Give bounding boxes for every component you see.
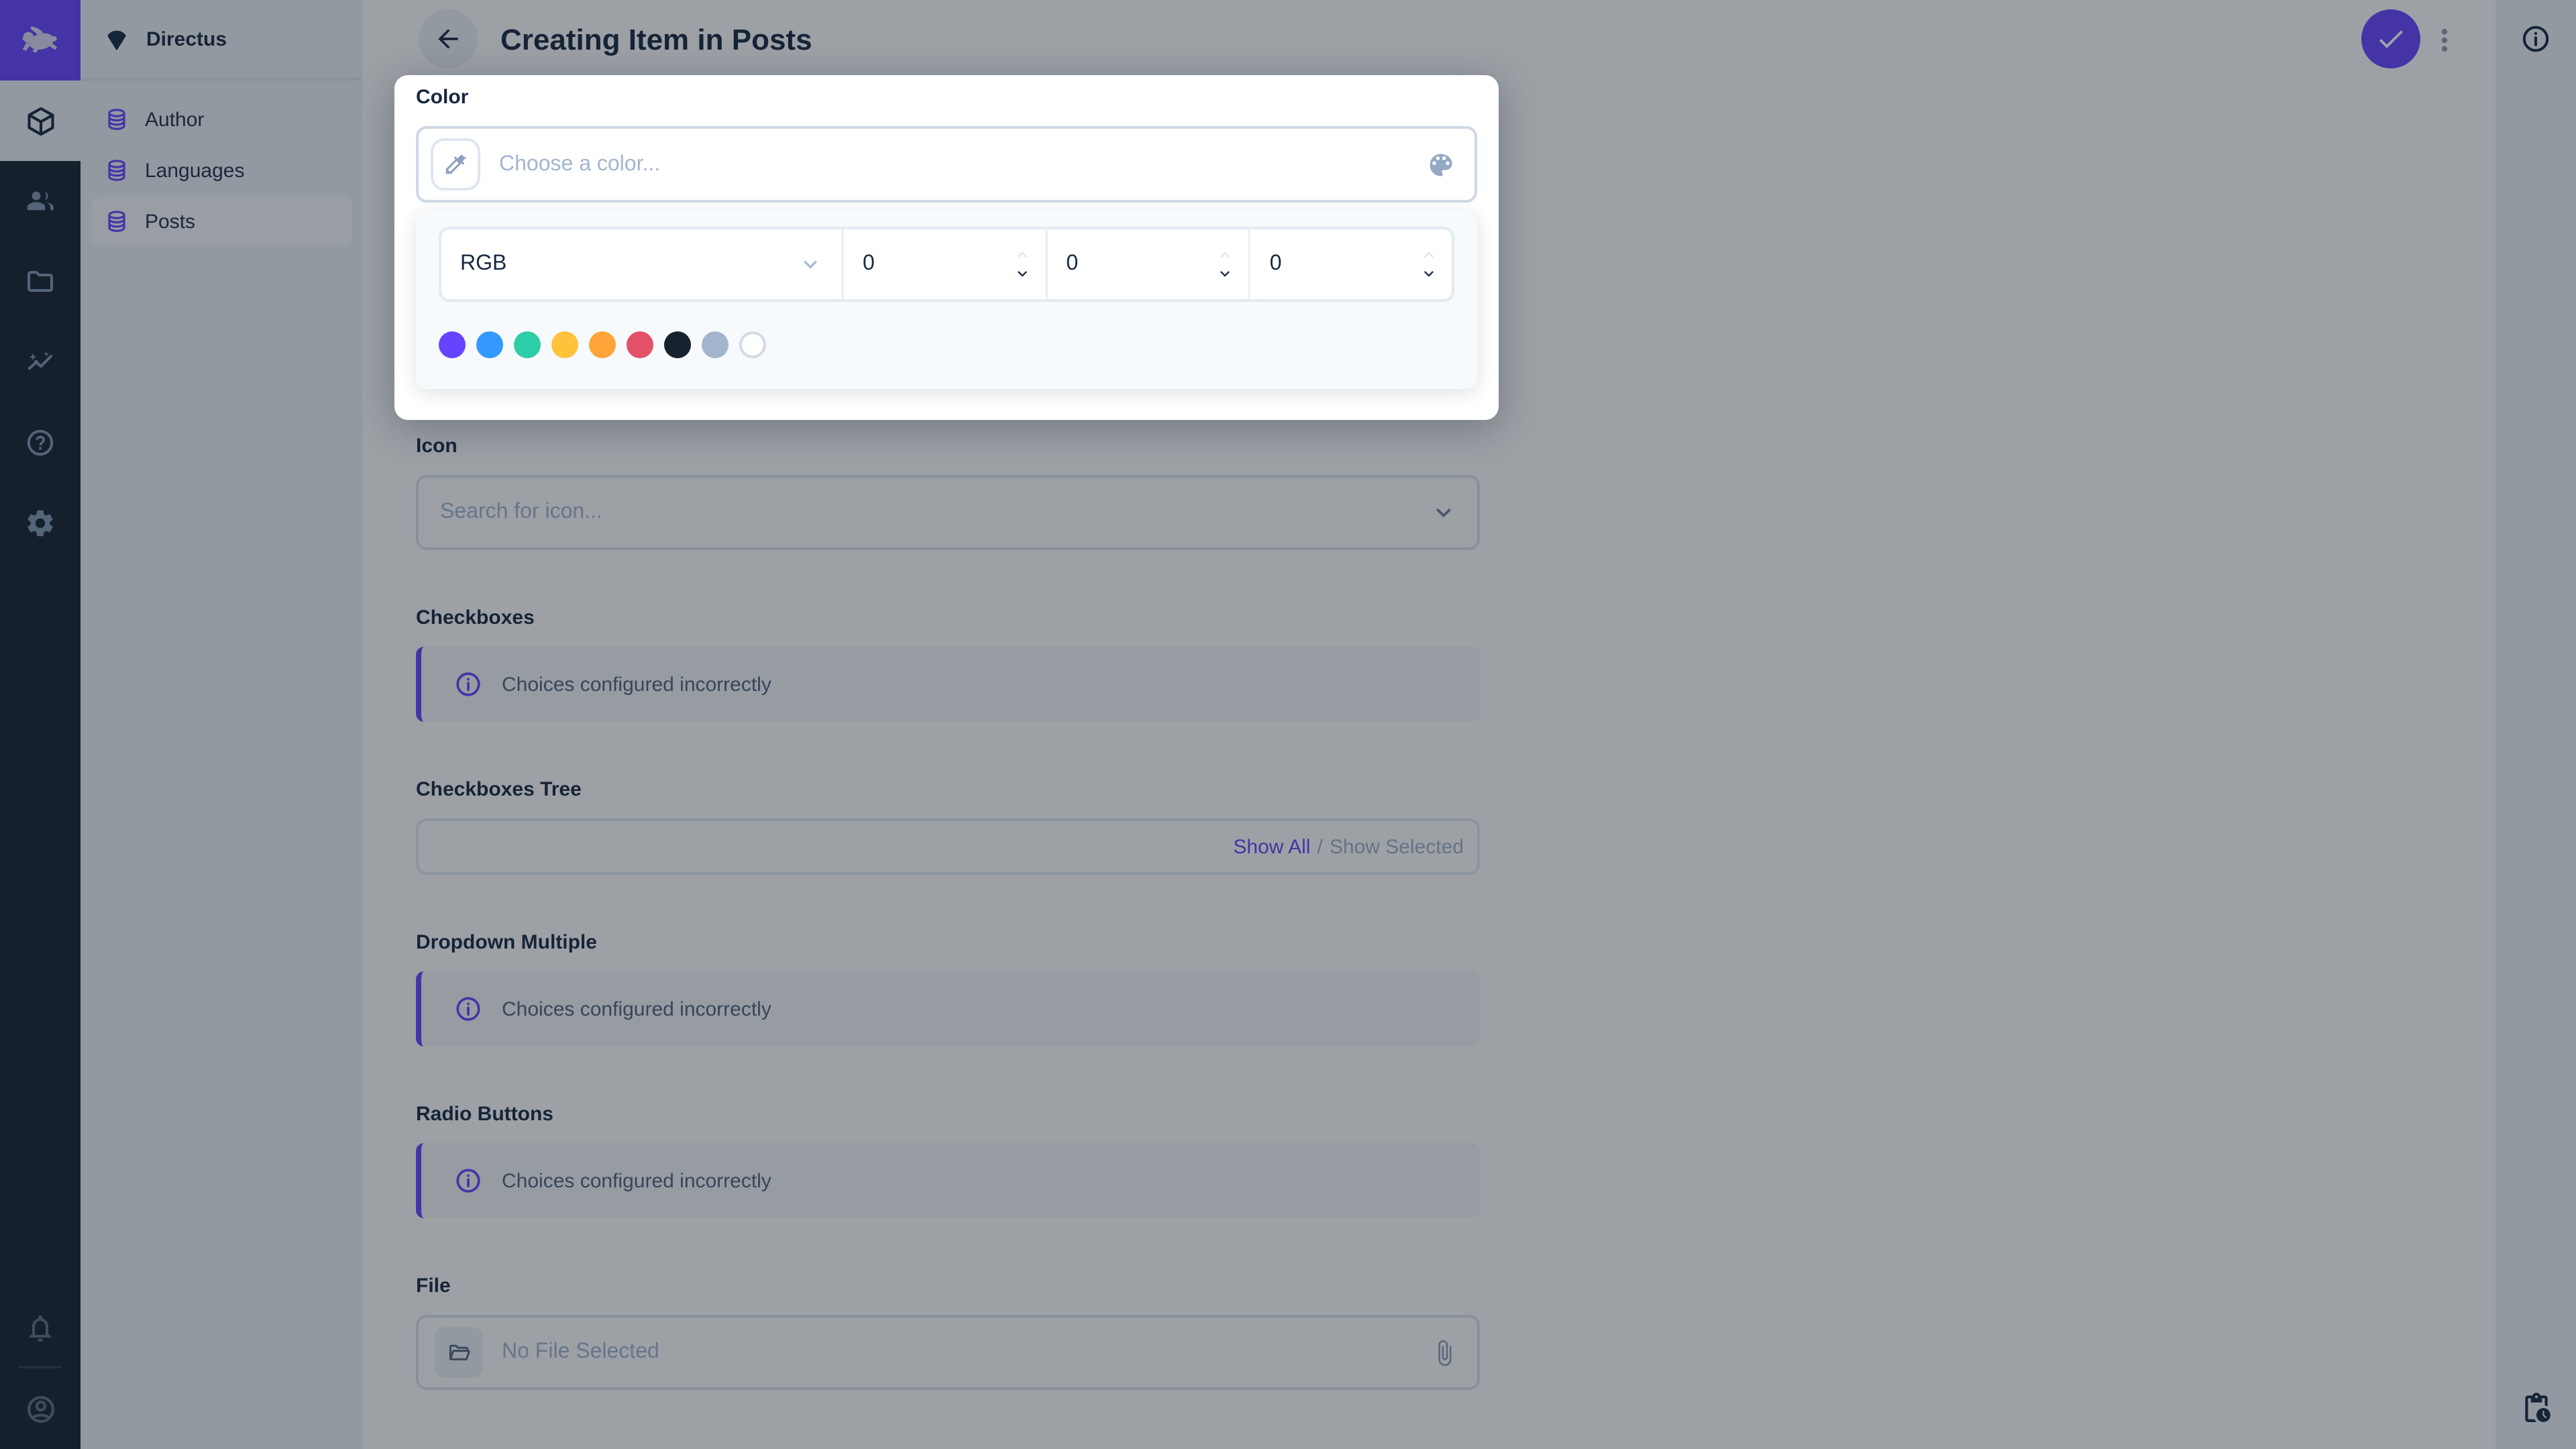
color-channel-group: RGB 0 0 0 <box>439 227 1454 302</box>
swatch-orange[interactable] <box>589 331 616 358</box>
channel-value: 0 <box>1066 252 1079 275</box>
stepper[interactable] <box>1011 246 1032 283</box>
swatch-green[interactable] <box>514 331 541 358</box>
field-label: Color <box>416 86 469 109</box>
channel-input-g[interactable]: 0 <box>1047 229 1251 299</box>
chevron-down-icon <box>797 251 824 278</box>
chevron-down-icon[interactable] <box>1011 264 1032 283</box>
eyedropper-icon <box>445 154 466 174</box>
directus-app: Directus Author Languages Posts Creating… <box>0 0 2576 1449</box>
channel-value: 0 <box>1269 252 1282 275</box>
chevron-up-icon[interactable] <box>1011 246 1032 264</box>
swatch-purple[interactable] <box>439 331 466 358</box>
selected-mode: RGB <box>460 252 507 275</box>
swatch-yellow[interactable] <box>551 331 578 358</box>
swatch-black[interactable] <box>664 331 691 358</box>
palette-icon[interactable] <box>1426 150 1456 179</box>
eyedropper-button[interactable] <box>431 138 480 191</box>
swatch-blue[interactable] <box>476 331 503 358</box>
chevron-up-icon[interactable] <box>1215 246 1236 264</box>
chevron-down-icon[interactable] <box>1418 264 1440 283</box>
chevron-up-icon[interactable] <box>1418 246 1440 264</box>
input-placeholder: Choose a color... <box>499 152 661 175</box>
color-mode-select[interactable]: RGB <box>441 229 844 299</box>
color-input[interactable]: Choose a color... <box>416 126 1477 203</box>
channel-value: 0 <box>863 252 875 275</box>
color-swatches <box>439 331 1454 358</box>
color-picker-menu: RGB 0 0 0 <box>416 211 1477 389</box>
channel-input-b[interactable]: 0 <box>1251 229 1452 299</box>
color-field-popup: Color Choose a color... RGB 0 0 0 <box>394 75 1499 420</box>
stepper[interactable] <box>1215 246 1236 283</box>
channel-input-r[interactable]: 0 <box>844 229 1048 299</box>
swatch-red[interactable] <box>627 331 653 358</box>
swatch-gray[interactable] <box>702 331 729 358</box>
swatch-white[interactable] <box>739 331 766 358</box>
stepper[interactable] <box>1418 246 1440 283</box>
chevron-down-icon[interactable] <box>1215 264 1236 283</box>
